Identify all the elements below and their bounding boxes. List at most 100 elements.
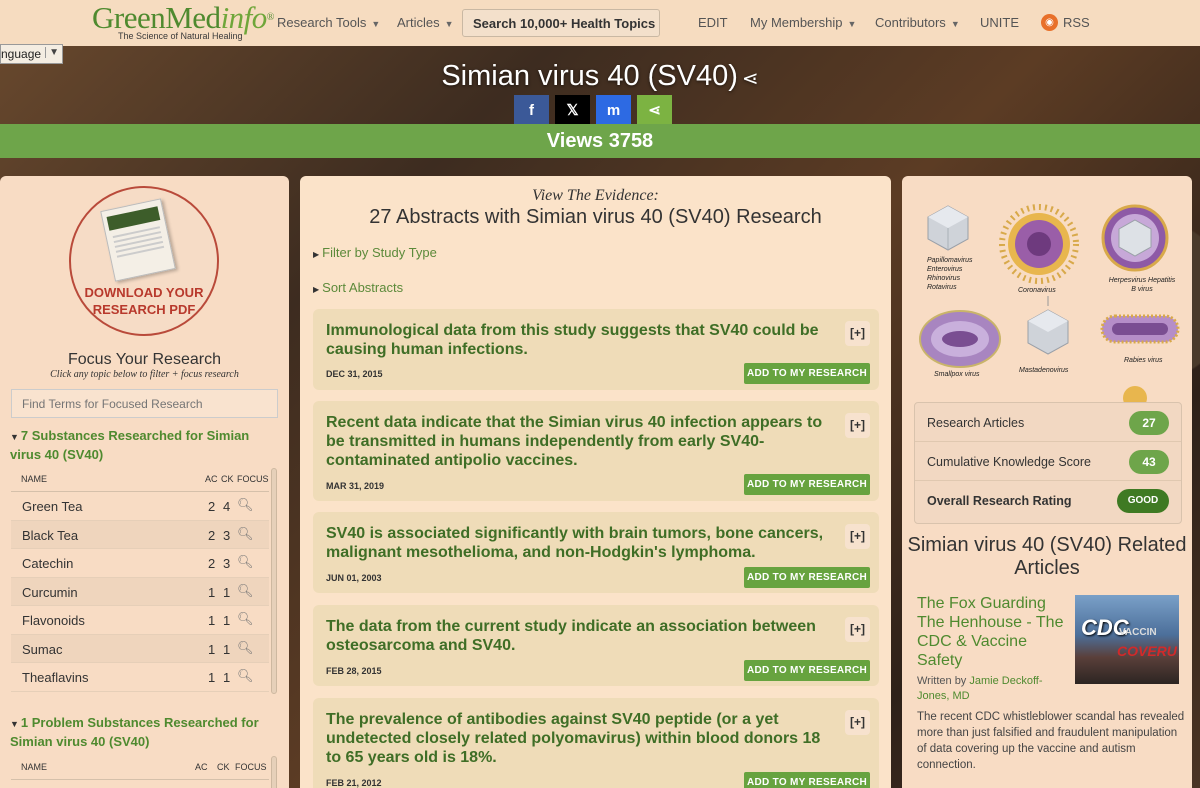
download-pdf-button[interactable]: DOWNLOAD YOUR RESEARCH PDF <box>69 186 219 336</box>
abstract-title[interactable]: Recent data indicate that the Simian vir… <box>326 413 836 470</box>
abstract-date: DEC 31, 2015 <box>326 369 383 379</box>
problem-table: NAME AC CK FOCUS <box>11 754 269 780</box>
score-label: Overall Research Rating <box>927 494 1072 508</box>
expand-button[interactable]: [+] <box>845 710 870 735</box>
magnifier-icon[interactable]: 🔍︎ <box>237 640 254 656</box>
chevron-down-icon: ▼ <box>371 19 381 29</box>
magnifier-icon[interactable]: 🔍︎ <box>237 583 254 599</box>
nav-rss[interactable]: RSS <box>1063 15 1090 30</box>
substance-ac: 2 <box>208 556 216 571</box>
table-row[interactable]: Sumac 1 1 🔍︎ <box>11 634 269 663</box>
expand-button[interactable]: [+] <box>845 413 870 438</box>
logo-text: GreenMed <box>92 0 221 35</box>
triangle-down-icon: ▼ <box>10 719 19 729</box>
nav-articles-label: Articles <box>397 15 440 30</box>
left-sidebar: DOWNLOAD YOUR RESEARCH PDF Focus Your Re… <box>0 176 289 788</box>
nav-articles[interactable]: Articles ▼ <box>397 15 454 30</box>
expand-button[interactable]: [+] <box>845 617 870 642</box>
research-score-box: Research Articles 27 Cumulative Knowledg… <box>914 402 1182 524</box>
problem-scrollbar[interactable] <box>271 756 277 788</box>
nav-contributors-label: Contributors <box>875 15 946 30</box>
substances-scrollbar[interactable] <box>271 468 277 694</box>
filter-study-type-toggle[interactable]: ▶ Filter by Study Type <box>313 245 437 260</box>
substances-group-toggle[interactable]: ▼ 7 Substances Researched for Simian viru… <box>10 427 270 463</box>
score-label: Research Articles <box>927 416 1025 430</box>
substance-name: Green Tea <box>22 499 83 514</box>
abstract-title[interactable]: SV40 is associated significantly with br… <box>326 524 836 562</box>
share-icon[interactable]: ⋖ <box>742 68 759 90</box>
problem-heading: 1 Problem Substances Researched for Simi… <box>10 715 259 749</box>
download-pdf-label: DOWNLOAD YOUR RESEARCH PDF <box>84 285 204 317</box>
substance-name: Sumac <box>22 641 63 657</box>
magnifier-icon[interactable]: 🔍︎ <box>237 497 254 513</box>
abstract-title[interactable]: Immunological data from this study sugge… <box>326 321 836 359</box>
virus-partial-icon <box>1123 386 1147 402</box>
image-text-coverup: COVERU <box>1117 643 1177 659</box>
add-to-research-button[interactable]: ADD TO MY RESEARCH <box>744 772 870 788</box>
magnifier-icon[interactable]: 🔍︎ <box>237 526 254 542</box>
facebook-share-button[interactable]: f <box>514 95 549 127</box>
logo[interactable]: GreenMedinfo® The Science of Natural Hea… <box>92 0 274 44</box>
substance-ck: 3 <box>223 556 231 571</box>
magnifier-icon[interactable]: 🔍︎ <box>237 554 254 570</box>
substances-table: NAME AC CK FOCUS Green Tea 2 4 🔍︎ Black … <box>11 466 269 692</box>
focus-search-input[interactable] <box>11 389 278 418</box>
table-row[interactable]: Theaflavins 1 1 🔍︎ <box>11 663 269 692</box>
messenger-share-button[interactable]: m <box>596 95 631 127</box>
filter-study-type-label: Filter by Study Type <box>322 245 437 260</box>
col-focus: FOCUS <box>235 762 267 772</box>
add-to-research-button[interactable]: ADD TO MY RESEARCH <box>744 363 870 384</box>
substance-ck: 1 <box>223 613 231 628</box>
magnifier-icon[interactable]: 🔍︎ <box>237 611 254 627</box>
abstract-title[interactable]: The data from the current study indicate… <box>326 617 836 655</box>
expand-button[interactable]: [+] <box>845 524 870 549</box>
chevron-down-icon: ▼ <box>950 19 960 29</box>
table-row[interactable]: Catechin 2 3 🔍︎ <box>11 549 269 578</box>
related-article-image[interactable]: CDC VACCIN COVERU <box>1075 595 1179 684</box>
related-article-link[interactable]: The Fox Guarding The Henhouse - The CDC … <box>917 594 1067 670</box>
abstract-card: The data from the current study indicate… <box>313 605 879 686</box>
substance-ck: 1 <box>223 641 231 657</box>
related-article-author: Written by Jamie Deckoff-Jones, MD <box>917 674 1067 704</box>
table-row[interactable]: Black Tea 2 3 🔍︎ <box>11 520 269 549</box>
magnifier-icon[interactable]: 🔍︎ <box>237 668 254 684</box>
table-row[interactable]: Curcumin 1 1 🔍︎ <box>11 577 269 606</box>
mastadenovirus-label: Mastadenovirus <box>1019 367 1069 374</box>
substance-name: Flavonoids <box>22 613 85 628</box>
add-to-research-button[interactable]: ADD TO MY RESEARCH <box>744 567 870 588</box>
smallpox-label: Smallpox virus <box>934 371 980 378</box>
image-text-vaccine: VACCIN <box>1119 627 1157 638</box>
logo-text-italic: info <box>220 0 268 35</box>
add-to-research-button[interactable]: ADD TO MY RESEARCH <box>744 660 870 681</box>
nav-unite[interactable]: UNITE <box>980 15 1019 30</box>
sort-abstracts-toggle[interactable]: ▶ Sort Abstracts <box>313 280 403 295</box>
language-label: nguage <box>1 47 42 61</box>
add-to-research-button[interactable]: ADD TO MY RESEARCH <box>744 474 870 495</box>
problem-group-toggle[interactable]: ▼ 1 Problem Substances Researched for Sim… <box>10 714 270 750</box>
nav-membership[interactable]: My Membership ▼ <box>750 15 856 30</box>
right-sidebar: Papillomavirus Enterovirus Rhinovirus Ro… <box>902 176 1192 788</box>
score-value: 43 <box>1129 450 1169 474</box>
col-ck: CK <box>217 762 230 772</box>
nav-research-tools[interactable]: Research Tools ▼ <box>277 15 380 30</box>
expand-button[interactable]: [+] <box>845 321 870 346</box>
rss-icon[interactable]: ◉ <box>1041 14 1058 31</box>
nav-edit[interactable]: EDIT <box>698 15 728 30</box>
nav-contributors[interactable]: Contributors ▼ <box>875 15 960 30</box>
abstract-date: FEB 21, 2012 <box>326 778 382 788</box>
abstract-title[interactable]: The prevalence of antibodies against SV4… <box>326 710 836 767</box>
sharethis-button[interactable]: ⋖ <box>637 95 672 127</box>
views-counter: Views 3758 <box>0 124 1200 158</box>
x-share-button[interactable]: 𝕏 <box>555 95 590 127</box>
nav-search-button[interactable]: Search 10,000+ Health Topics <box>462 9 660 37</box>
col-name: NAME <box>21 474 48 484</box>
herpesvirus-label: Herpesvirus Hepatitis B virus <box>1108 277 1176 293</box>
substance-name: Black Tea <box>22 527 79 543</box>
table-row[interactable]: Flavonoids 1 1 🔍︎ <box>11 606 269 635</box>
written-by-label: Written by <box>917 675 970 687</box>
substance-ac: 1 <box>208 670 216 685</box>
related-article-description: The recent CDC whistleblower scandal has… <box>917 711 1185 771</box>
page-title: Simian virus 40 (SV40) ⋖ <box>0 60 1200 93</box>
table-row[interactable]: Green Tea 2 4 🔍︎ <box>11 492 269 521</box>
smallpox-icon <box>919 310 1001 368</box>
